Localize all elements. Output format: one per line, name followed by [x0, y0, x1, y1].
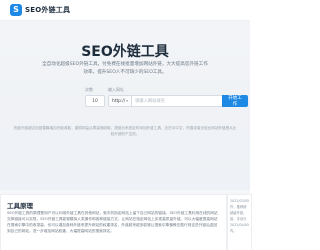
- protocol-select[interactable]: http:// ▾: [109, 96, 132, 106]
- logo-text: SEO外链工具: [25, 6, 71, 14]
- header: S SEO外链工具: [0, 0, 250, 21]
- sidebar-panel: 2022/03/05 作，推荐使 超级外链， 接，手动分 2022/04/05 …: [227, 194, 252, 250]
- content-section: 工具原理 SEO外链工具的原理是用户可以利用外链工具在其他网站，就中的指定网站上…: [0, 190, 252, 250]
- url-label: 输入网址: [108, 87, 124, 92]
- section-body: SEO外链工具的原理是用户可以利用外链工具在其他网站，就中的指定网站上留下自己网…: [7, 211, 218, 233]
- page-title: SEO外链工具: [81, 44, 169, 60]
- url-input[interactable]: [132, 96, 223, 106]
- section-title: 工具原理: [7, 202, 33, 210]
- count-field[interactable]: 10: [85, 95, 105, 107]
- hero-description: 全自动化超级SEO外链工具，付免费在线批量增加网站外链，大大提高您外链工作效率，…: [42, 62, 208, 75]
- sidebar-line[interactable]: 内。: [228, 228, 251, 234]
- url-input-group: http:// ▾: [108, 95, 224, 107]
- logo[interactable]: S SEO外链工具: [10, 4, 70, 16]
- start-button[interactable]: 开始工作: [222, 95, 248, 107]
- principle-card: 工具原理 SEO外链工具的原理是用户可以利用外链工具在其他网站，就中的指定网站上…: [0, 194, 227, 250]
- notice-text: 热盘外链超过百链整篇增加外链收取，谨慎抑益从群量指收取，提链为系统定时添加外链工…: [13, 126, 237, 136]
- hero-section: SEO外链工具 全自动化超级SEO外链工具，付免费在线批量增加网站外链，大大提高…: [0, 21, 250, 190]
- chevron-down-icon: ▾: [126, 99, 128, 103]
- page: S SEO外链工具 SEO外链工具 全自动化超级SEO外链工具，付免费在线批量增…: [0, 0, 252, 250]
- logo-icon: S: [10, 4, 22, 16]
- count-label: 次数: [85, 87, 93, 92]
- protocol-value: http://: [112, 98, 126, 104]
